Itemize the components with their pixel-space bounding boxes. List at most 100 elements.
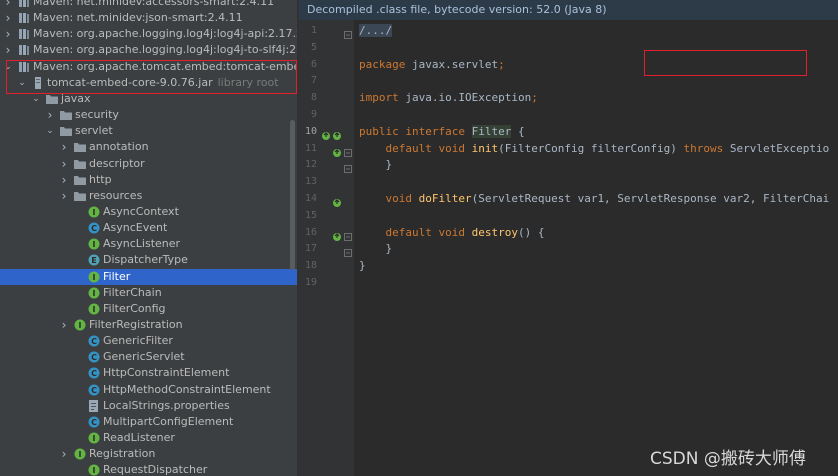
chevron-right-icon[interactable]: › xyxy=(3,42,13,58)
code-line[interactable]: /.../ xyxy=(359,22,393,39)
code-line[interactable]: import java.io.IOException; xyxy=(359,89,538,106)
tree-row[interactable]: LocalStrings.properties xyxy=(0,398,297,414)
code-token: ; xyxy=(498,57,505,71)
code-line[interactable]: default void init(FilterConfig filterCon… xyxy=(359,140,838,157)
fold-icon[interactable] xyxy=(343,227,353,241)
tree-row[interactable]: › resources xyxy=(0,188,297,204)
tree-row-label: security xyxy=(75,108,119,122)
code-token: javax.servlet xyxy=(405,57,499,71)
tree-row[interactable]: › security xyxy=(0,107,297,123)
chevron-right-icon[interactable]: › xyxy=(3,0,13,10)
tree-row[interactable]: › descriptor xyxy=(0,156,297,172)
tree-row-label: LocalStrings.properties xyxy=(103,398,230,412)
properties-icon xyxy=(88,399,100,412)
chevron-right-icon[interactable]: › xyxy=(3,10,13,26)
tree-row[interactable]: ⌄ Maven: org.apache.tomcat.embed:tomcat-e… xyxy=(0,59,297,75)
chevron-down-icon[interactable]: ⌄ xyxy=(3,59,13,75)
tree-row[interactable]: I FilterChain xyxy=(0,285,297,301)
line-number: 7 xyxy=(310,75,317,87)
fold-icon[interactable] xyxy=(343,143,353,157)
tree-row[interactable]: C HttpConstraintElement xyxy=(0,365,297,381)
tree-row-label: GenericFilter xyxy=(103,334,173,348)
chevron-right-icon[interactable]: › xyxy=(59,188,69,204)
code-line[interactable]: } xyxy=(359,240,392,257)
code-token: () { xyxy=(517,225,545,239)
tree-row-label: Maven: net.minidev:accessors-smart:2.4.1… xyxy=(33,0,275,8)
chevron-right-icon[interactable]: › xyxy=(59,446,69,462)
package-icon xyxy=(74,141,86,153)
tree-row[interactable]: I AsyncListener xyxy=(0,236,297,252)
chevron-down-icon[interactable]: ⌄ xyxy=(45,123,55,139)
tree-row[interactable]: ⌄ servlet xyxy=(0,123,297,139)
tree-row[interactable]: › Maven: org.apache.logging.log4j:log4j-a… xyxy=(0,26,297,42)
code-line[interactable]: } xyxy=(359,156,392,173)
tree-row[interactable]: › I FilterRegistration xyxy=(0,317,297,333)
package-icon xyxy=(74,174,86,186)
implemented-icon[interactable] xyxy=(332,193,342,207)
chevron-down-icon[interactable]: ⌄ xyxy=(31,91,41,107)
chevron-right-icon[interactable]: › xyxy=(59,156,69,172)
fold-icon[interactable] xyxy=(343,25,353,39)
chevron-right-icon[interactable]: › xyxy=(45,107,55,123)
package-icon xyxy=(74,190,86,202)
tree-row[interactable]: › http xyxy=(0,172,297,188)
fold-icon[interactable] xyxy=(343,159,353,174)
tree-row[interactable]: C AsyncEvent xyxy=(0,220,297,236)
library-icon xyxy=(18,0,30,8)
code-line[interactable]: void doFilter(ServletRequest var1, Servl… xyxy=(359,190,838,207)
tree-row-label: tomcat-embed-core-9.0.76.jar library root xyxy=(47,75,279,89)
line-number: 9 xyxy=(310,109,317,120)
implemented-icon[interactable] xyxy=(332,227,342,241)
code-line[interactable]: package javax.servlet; xyxy=(359,56,505,73)
interface-icon: I xyxy=(74,448,86,460)
tree-row[interactable]: I AsyncContext xyxy=(0,204,297,220)
fold-icon[interactable] xyxy=(343,243,353,258)
tree-row[interactable]: C GenericFilter xyxy=(0,333,297,349)
code-token: throws xyxy=(683,141,724,155)
tree-row[interactable]: › Maven: net.minidev:json-smart:2.4.11 xyxy=(0,10,297,26)
tree-row[interactable]: I Filter xyxy=(0,268,297,285)
code-line[interactable]: public interface Filter { xyxy=(359,123,525,140)
tree-row[interactable]: I FilterConfig xyxy=(0,301,297,317)
svg-text:C: C xyxy=(91,386,97,395)
svg-text:I: I xyxy=(79,321,82,330)
code-line[interactable]: } xyxy=(359,257,366,274)
chevron-right-icon[interactable]: › xyxy=(59,317,69,333)
overridden-icon[interactable] xyxy=(332,126,342,140)
tree-row[interactable]: ⌄ javax xyxy=(0,91,297,107)
tree-row[interactable]: › I Registration xyxy=(0,446,297,462)
implemented-icon[interactable] xyxy=(321,126,331,140)
package-icon xyxy=(74,158,86,170)
chevron-right-icon[interactable]: › xyxy=(3,26,13,42)
tree-row[interactable]: I RequestDispatcher xyxy=(0,462,297,476)
code-token: (FilterConfig filterConfig) xyxy=(498,141,684,155)
interface-icon: I xyxy=(88,432,100,444)
chevron-right-icon[interactable]: › xyxy=(59,172,69,188)
editor-scrollbar[interactable] xyxy=(830,20,838,476)
project-tree-scrollbar[interactable] xyxy=(290,120,295,270)
tree-row-label: AsyncListener xyxy=(103,237,181,251)
code-line[interactable]: default void destroy() { xyxy=(359,224,545,241)
chevron-right-icon[interactable]: › xyxy=(59,139,69,155)
line-number: 11 xyxy=(304,142,317,154)
code-token: public interface xyxy=(359,124,465,138)
code-token: java.io.IOException xyxy=(398,91,532,105)
package-icon xyxy=(60,125,72,137)
tree-row[interactable]: E DispatcherType xyxy=(0,252,297,268)
tree-row[interactable]: › Maven: org.apache.logging.log4j:log4j-t… xyxy=(0,42,297,58)
tree-row-label: DispatcherType xyxy=(103,253,188,267)
interface-icon: I xyxy=(88,271,100,283)
interface-icon: I xyxy=(88,206,100,218)
tree-row[interactable]: C GenericServlet xyxy=(0,349,297,365)
code-editor[interactable]: Decompiled .class file, bytecode version… xyxy=(299,0,838,476)
tree-row-label: servlet xyxy=(75,124,113,138)
tree-row[interactable]: ⌄ tomcat-embed-core-9.0.76.jar library roo… xyxy=(0,75,297,91)
tree-row[interactable]: › Maven: net.minidev:accessors-smart:2.4.… xyxy=(0,0,297,10)
implemented-icon[interactable] xyxy=(332,143,342,157)
code-token: void xyxy=(385,192,413,205)
tree-row[interactable]: › annotation xyxy=(0,139,297,155)
tree-row[interactable]: C MultipartConfigElement xyxy=(0,414,297,430)
chevron-down-icon[interactable]: ⌄ xyxy=(17,75,27,91)
tree-row[interactable]: I ReadListener xyxy=(0,430,297,446)
tree-row[interactable]: C HttpMethodConstraintElement xyxy=(0,382,297,398)
